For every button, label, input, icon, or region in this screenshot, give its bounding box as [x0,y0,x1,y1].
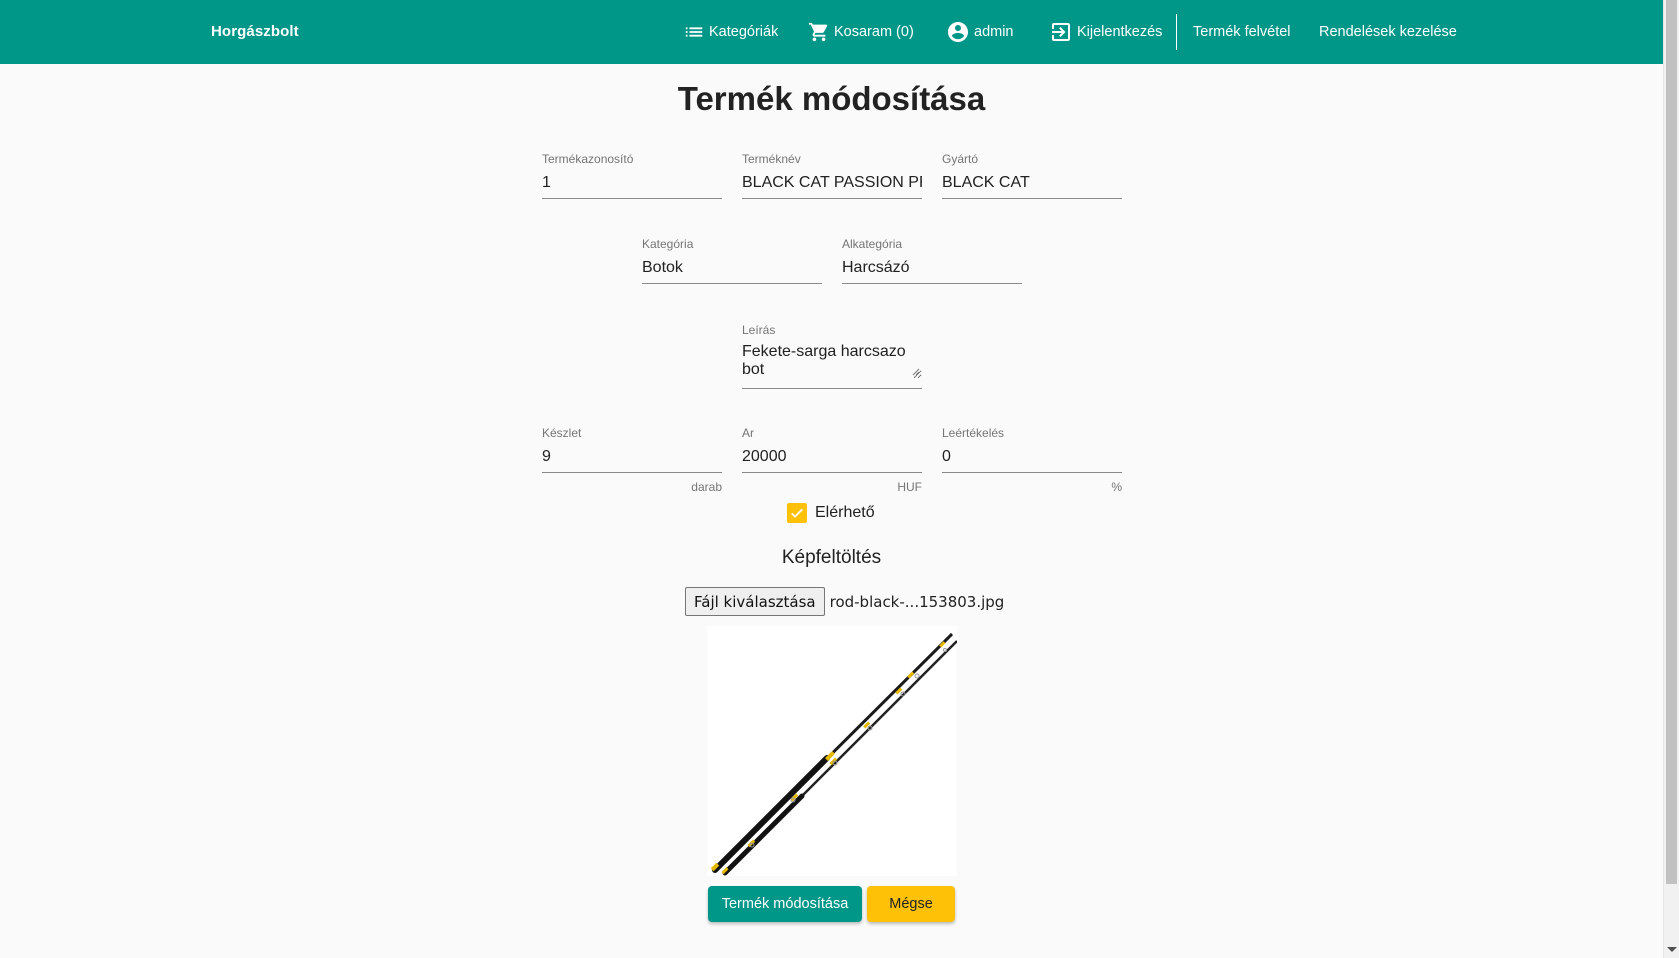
field-underline [642,283,822,284]
price-input[interactable] [742,446,922,468]
toolbar-divider [1176,14,1177,50]
product-id-label: Termékazonosító [542,152,634,166]
field-underline [842,283,1022,284]
stock-input[interactable] [542,446,722,468]
available-checkbox[interactable] [787,503,807,523]
description-label: Leírás [742,323,776,337]
discount-field: Leértékelés % [942,426,1122,494]
brand-title[interactable]: Horgászbolt [211,23,299,40]
category-field: Kategória [642,237,822,284]
resize-handle-icon[interactable] [912,368,920,376]
list-icon [683,21,705,43]
nav-categories-label: Kategóriák [709,24,779,40]
account-circle-icon [946,20,970,44]
subcategory-input[interactable] [842,257,1022,279]
field-underline [942,472,1122,473]
nav-user-label: admin [974,24,1014,40]
file-input[interactable]: Fájl kiválasztása rod-black-...153803.jp… [685,587,1004,616]
nav-categories[interactable]: Kategóriák [683,0,778,64]
nav-cart[interactable]: Kosaram (0) [808,0,914,64]
product-name-field: Terméknév [742,152,922,199]
manufacturer-input[interactable] [942,172,1122,194]
field-underline [542,472,722,473]
upload-title: Képfeltöltés [781,547,882,568]
choose-file-button[interactable]: Fájl kiválasztása [685,587,825,616]
page-title: Termék módosítása [677,80,986,117]
fishing-rod-image [710,632,958,876]
available-label: Elérhető [815,504,875,521]
description-field: Leírás Fekete-sarga harcsazo bot [742,323,922,389]
manufacturer-field: Gyártó [942,152,1122,199]
product-name-input[interactable] [742,172,922,194]
discount-unit-hint: % [1111,480,1122,494]
price-unit-hint: HUF [897,480,922,494]
subcategory-field: Alkategória [842,237,1022,284]
description-textarea[interactable]: Fekete-sarga harcsazo bot [742,343,922,379]
category-input[interactable] [642,257,822,279]
nav-logout-label: Kijelentkezés [1077,24,1163,40]
logout-icon [1049,20,1073,44]
product-image-preview [707,626,958,876]
submit-modify-button[interactable]: Termék módosítása [708,886,862,922]
selected-file-name: rod-black-...153803.jpg [829,592,1005,611]
nav-orders[interactable]: Rendelések kezelése [1319,0,1457,64]
field-underline [742,198,922,199]
nav-cart-label: Kosaram (0) [834,24,914,40]
discount-input[interactable] [942,446,1122,468]
nav-add-product[interactable]: Termék felvétel [1193,0,1291,64]
discount-label: Leértékelés [942,426,1005,440]
field-underline [542,198,722,199]
product-id-field: Termékazonosító [542,152,722,199]
cancel-button[interactable]: Mégse [867,886,955,922]
field-underline [742,472,922,473]
subcategory-label: Alkategória [842,237,903,251]
price-field: Ar HUF [742,426,922,494]
page-scrollbar[interactable] [1663,0,1679,958]
cart-icon [808,21,830,43]
top-toolbar: Horgászbolt Kategóriák Kosaram (0) admin… [0,0,1663,64]
scroll-down-arrow-icon[interactable] [1667,947,1677,952]
product-name-label: Terméknév [742,152,801,166]
nav-user[interactable]: admin [946,0,1014,64]
manufacturer-label: Gyártó [942,152,979,166]
field-underline [942,198,1122,199]
check-icon [791,508,803,518]
category-label: Kategória [642,237,694,251]
nav-logout[interactable]: Kijelentkezés [1049,0,1162,64]
stock-label: Készlet [542,426,582,440]
scrollbar-thumb[interactable] [1666,0,1677,884]
stock-field: Készlet darab [542,426,722,494]
available-checkbox-row[interactable]: Elérhető [787,503,875,523]
stock-unit-hint: darab [691,480,722,494]
product-id-input[interactable] [542,172,722,194]
price-label: Ar [742,426,754,440]
field-underline [742,388,922,389]
